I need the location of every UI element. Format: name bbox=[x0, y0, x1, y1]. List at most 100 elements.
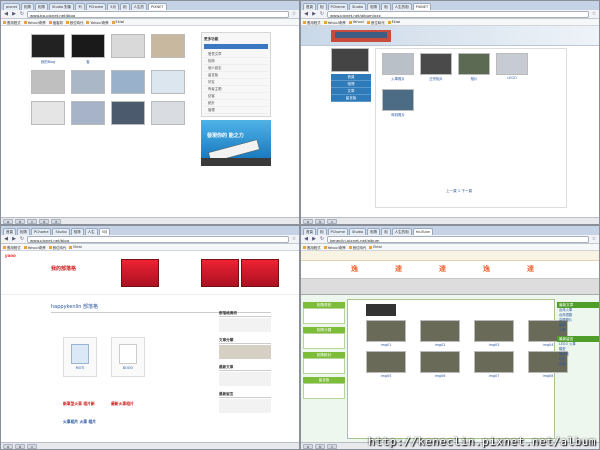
panel-item[interactable]: 佈景主題 bbox=[204, 86, 268, 93]
bookmark-item[interactable]: 數位時代 bbox=[48, 245, 66, 250]
bookmark-item[interactable]: Yahoo!奇摩 bbox=[23, 245, 46, 250]
side-menu-item[interactable]: 相簿 bbox=[331, 81, 371, 88]
forward-icon[interactable]: ▶ bbox=[11, 11, 17, 17]
url-input[interactable]: www.pixnet.net/blog bbox=[27, 235, 289, 243]
album-item[interactable]: 時刻照片 bbox=[382, 89, 414, 117]
album-item[interactable]: 客 bbox=[71, 34, 105, 64]
forward-icon[interactable]: ▶ bbox=[311, 236, 317, 242]
album-item[interactable] bbox=[151, 101, 185, 126]
news-headline[interactable]: 火車相片 火車 相片 bbox=[63, 419, 96, 425]
album-item[interactable] bbox=[111, 70, 145, 95]
browser-tab[interactable]: 人生的相 bbox=[391, 3, 412, 10]
album-item[interactable]: 火車照片 bbox=[382, 53, 414, 81]
browser-tab[interactable]: PChome bbox=[327, 3, 348, 10]
browser-tab[interactable]: 人生的 bbox=[130, 3, 147, 10]
photo-item[interactable]: img03 bbox=[474, 320, 514, 347]
bookmark-item[interactable]: 應用程式 bbox=[3, 20, 21, 25]
album-item[interactable]: LEGO bbox=[496, 53, 528, 81]
browser-tab[interactable]: PChome bbox=[31, 228, 52, 235]
photo-item[interactable]: img06 bbox=[420, 351, 460, 378]
browser-tab[interactable]: pixnet bbox=[3, 3, 21, 10]
taskbar-button[interactable]: c bbox=[27, 443, 38, 449]
photo-item[interactable]: img05 bbox=[366, 351, 406, 378]
browser-tab[interactable]: 相簿 bbox=[35, 3, 49, 10]
panel-item[interactable]: 訪客 bbox=[204, 93, 268, 100]
news-headline[interactable]: 最新火車相片 bbox=[111, 401, 134, 407]
taskbar-button[interactable]: e bbox=[51, 218, 62, 224]
reload-icon[interactable]: ↻ bbox=[319, 236, 325, 242]
bookmark-item[interactable]: Ekiwi bbox=[369, 245, 382, 249]
back-icon[interactable]: ◀ bbox=[303, 11, 309, 17]
bookmark-item[interactable]: Yahoo!奇摩 bbox=[86, 20, 109, 25]
bookmark-item[interactable]: Yahoo! bbox=[348, 20, 364, 24]
panel-item[interactable]: 留言板 bbox=[204, 72, 268, 79]
browser-tab[interactable]: 人生的相 bbox=[391, 228, 412, 235]
side-menu-item[interactable]: 首頁 bbox=[331, 74, 371, 81]
taskbar-button[interactable]: c bbox=[27, 218, 38, 224]
forward-icon[interactable]: ▶ bbox=[11, 236, 17, 242]
browser-tab[interactable]: 相 bbox=[381, 228, 391, 235]
news-headline[interactable]: 新車型火車 相片新 bbox=[63, 401, 95, 407]
browser-tab[interactable]: YouTube bbox=[412, 228, 433, 235]
bookmark-item[interactable]: Yahoo!奇摩 bbox=[323, 245, 346, 250]
album-item[interactable]: 相片 bbox=[458, 53, 490, 81]
bookmark-item[interactable]: 應用程式 bbox=[3, 245, 21, 250]
sidebar-link[interactable]: 火車 bbox=[557, 328, 599, 333]
browser-tab[interactable]: 相 bbox=[317, 228, 327, 235]
back-icon[interactable]: ◀ bbox=[3, 236, 9, 242]
browser-tab[interactable]: 首頁 bbox=[3, 228, 16, 235]
browser-tab[interactable]: PIXNET bbox=[412, 3, 432, 10]
browser-tab[interactable]: 相 bbox=[381, 3, 391, 10]
panel-item[interactable]: 好友 bbox=[204, 79, 268, 86]
taskbar-button[interactable]: c bbox=[327, 218, 338, 224]
browser-tab[interactable]: 首頁 bbox=[303, 228, 316, 235]
browser-tab[interactable]: Studio bbox=[348, 3, 367, 10]
taskbar-button[interactable]: a bbox=[303, 218, 314, 224]
browser-tab[interactable]: Studio 對象 bbox=[49, 3, 75, 10]
taskbar-button[interactable]: a bbox=[303, 443, 314, 449]
reload-icon[interactable]: ↻ bbox=[319, 11, 325, 17]
url-input[interactable]: www.pixnet.net/album/xxx bbox=[327, 10, 589, 18]
album-item[interactable] bbox=[31, 70, 65, 95]
album-item[interactable] bbox=[111, 34, 145, 64]
panel-item[interactable]: 相簿 bbox=[204, 58, 268, 65]
bookmark-item[interactable]: Ekiwi bbox=[69, 245, 82, 249]
panel-item[interactable]: 管理 bbox=[204, 107, 268, 114]
photo-item[interactable]: img07 bbox=[474, 351, 514, 378]
reload-icon[interactable]: ↻ bbox=[19, 11, 25, 17]
browser-tab[interactable]: Studio bbox=[52, 228, 70, 235]
browser-tab[interactable]: 列 bbox=[75, 3, 85, 10]
taskbar-button[interactable]: a bbox=[3, 443, 14, 449]
album-item[interactable]: 我的Blog bbox=[31, 34, 65, 64]
star-icon[interactable]: ☆ bbox=[591, 236, 597, 242]
bookmark-item[interactable]: Yahoo!奇摩 bbox=[23, 20, 46, 25]
browser-tab[interactable]: 相簿 bbox=[21, 3, 35, 10]
bookmark-item[interactable]: Ekiwi bbox=[387, 20, 400, 24]
bookmark-item[interactable]: Ekiwi bbox=[111, 20, 124, 24]
photo-item[interactable]: img02 bbox=[420, 320, 460, 347]
panel-item[interactable]: 發表文章 bbox=[204, 51, 268, 58]
ad-banner[interactable]: 發現你的 能之力 bbox=[201, 120, 271, 166]
side-menu-item[interactable]: 文章 bbox=[331, 88, 371, 95]
browser-tab[interactable]: 相簿 bbox=[367, 3, 381, 10]
bookmark-item[interactable]: Yahoo!奇摩 bbox=[323, 20, 346, 25]
album-item[interactable] bbox=[111, 101, 145, 126]
album-item[interactable] bbox=[31, 101, 65, 126]
taskbar-button[interactable]: d bbox=[39, 218, 50, 224]
bookmark-item[interactable]: 應用程式 bbox=[303, 245, 321, 250]
taskbar-button[interactable]: a bbox=[3, 218, 14, 224]
taskbar-button[interactable]: b bbox=[15, 218, 26, 224]
panel-item[interactable]: 個人設定 bbox=[204, 65, 268, 72]
album-item[interactable] bbox=[151, 70, 185, 95]
browser-tab[interactable]: PIXNET bbox=[148, 3, 167, 10]
back-icon[interactable]: ◀ bbox=[3, 11, 9, 17]
bookmark-item[interactable]: 應用程式 bbox=[303, 20, 321, 25]
reload-icon[interactable]: ↻ bbox=[19, 236, 25, 242]
bookmark-item[interactable]: 痞客邦 bbox=[48, 20, 63, 25]
taskbar-button[interactable]: b bbox=[15, 443, 26, 449]
album-item[interactable] bbox=[71, 70, 105, 95]
browser-tab[interactable]: 首頁 bbox=[303, 3, 316, 10]
browser-tab[interactable]: Studio bbox=[348, 228, 367, 235]
bookmark-item[interactable]: 數位時代 bbox=[65, 20, 83, 25]
album-item[interactable]: 正宗相片 bbox=[420, 53, 452, 81]
